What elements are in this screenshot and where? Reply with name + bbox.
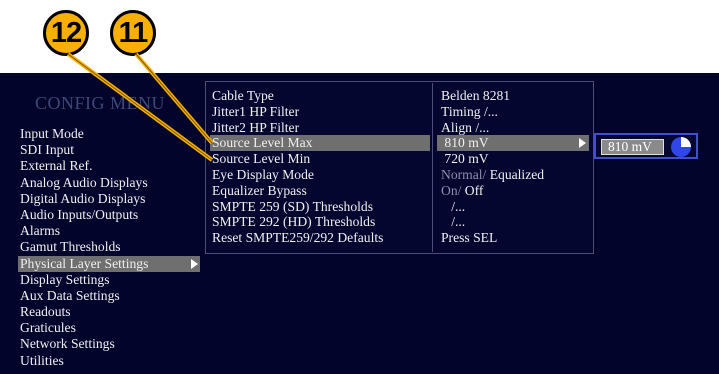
option-off: Off	[464, 182, 484, 198]
menu-item-input-mode[interactable]: Input Mode	[18, 126, 200, 142]
value-source-level-max[interactable]: 810 mV	[437, 135, 589, 152]
value-source-level-min-text: 720 mV	[444, 151, 489, 167]
menu-item-utilities[interactable]: Utilities	[18, 353, 200, 369]
value-smpte-292-text: /...	[451, 214, 466, 230]
menu-item-display-settings[interactable]: Display Settings	[18, 272, 200, 288]
callout-11: 11	[110, 10, 156, 56]
submenu-column-divider	[432, 83, 433, 252]
submenu-item-eye-display-mode[interactable]: Eye Display Mode	[210, 167, 430, 183]
value-source-level-min[interactable]: 720 mV	[437, 151, 589, 167]
value-smpte-292-thresholds[interactable]: /...	[437, 214, 589, 230]
submenu-names: Cable Type Jitter1 HP Filter Jitter2 HP …	[210, 88, 430, 246]
menu-item-network-settings[interactable]: Network Settings	[18, 336, 200, 352]
value-arrow-icon	[579, 138, 586, 149]
value-jitter2-hp-filter[interactable]: Align /...	[437, 120, 589, 136]
submenu-item-jitter1-hp-filter[interactable]: Jitter1 HP Filter	[210, 104, 430, 120]
menu-item-external-ref[interactable]: External Ref.	[18, 158, 200, 174]
value-eye-display-mode[interactable]: Normal/ Equalized	[437, 167, 589, 183]
menu-item-digital-audio-displays[interactable]: Digital Audio Displays	[18, 191, 200, 207]
config-menu-title: CONFIG MENU	[35, 93, 166, 113]
submenu-item-reset-defaults[interactable]: Reset SMPTE259/292 Defaults	[210, 230, 430, 246]
submenu-item-cable-type[interactable]: Cable Type	[210, 88, 430, 104]
submenu-item-smpte-259-thresholds[interactable]: SMPTE 259 (SD) Thresholds	[210, 199, 430, 215]
menu-item-physical-layer-settings-label: Physical Layer Settings	[20, 255, 149, 271]
menu-item-audio-inputs-outputs[interactable]: Audio Inputs/Outputs	[18, 207, 200, 223]
menu-item-physical-layer-settings[interactable]: Physical Layer Settings	[18, 255, 200, 272]
option-normal: Normal/	[441, 166, 487, 182]
config-main-menu: Input Mode SDI Input External Ref. Analo…	[18, 126, 200, 369]
value-smpte-259-thresholds[interactable]: /...	[437, 199, 589, 215]
value-edit-control[interactable]: 810 mV	[594, 133, 698, 159]
edit-value-field[interactable]: 810 mV	[601, 139, 664, 155]
submenu-item-source-level-min[interactable]: Source Level Min	[210, 151, 430, 167]
value-source-level-max-text: 810 mV	[444, 135, 489, 151]
menu-item-aux-data-settings[interactable]: Aux Data Settings	[18, 288, 200, 304]
submenu-values: Belden 8281 Timing /... Align /... 810 m…	[437, 88, 589, 246]
menu-item-alarms[interactable]: Alarms	[18, 223, 200, 239]
menu-item-readouts[interactable]: Readouts	[18, 304, 200, 320]
option-on: On/	[441, 182, 462, 198]
callout-12-label: 12	[50, 16, 82, 49]
callout-11-label: 11	[118, 16, 149, 49]
value-smpte-259-text: /...	[451, 198, 466, 214]
submenu-item-smpte-292-thresholds[interactable]: SMPTE 292 (HD) Thresholds	[210, 214, 430, 230]
submenu-item-source-level-max[interactable]: Source Level Max	[210, 135, 430, 152]
submenu-item-jitter2-hp-filter[interactable]: Jitter2 HP Filter	[210, 120, 430, 136]
knob-icon[interactable]	[669, 136, 693, 158]
menu-item-analog-audio-displays[interactable]: Analog Audio Displays	[18, 175, 200, 191]
menu-item-graticules[interactable]: Graticules	[18, 320, 200, 336]
menu-item-sdi-input[interactable]: SDI Input	[18, 142, 200, 158]
value-equalizer-bypass[interactable]: On/ Off	[437, 183, 589, 199]
submenu-item-equalizer-bypass[interactable]: Equalizer Bypass	[210, 183, 430, 199]
value-cable-type[interactable]: Belden 8281	[437, 88, 589, 104]
value-reset-defaults[interactable]: Press SEL	[437, 230, 589, 246]
value-jitter1-hp-filter[interactable]: Timing /...	[437, 104, 589, 120]
callout-12: 12	[43, 10, 89, 56]
menu-item-gamut-thresholds[interactable]: Gamut Thresholds	[18, 239, 200, 255]
submenu-arrow-icon	[191, 258, 198, 269]
option-equalized: Equalized	[489, 166, 545, 182]
